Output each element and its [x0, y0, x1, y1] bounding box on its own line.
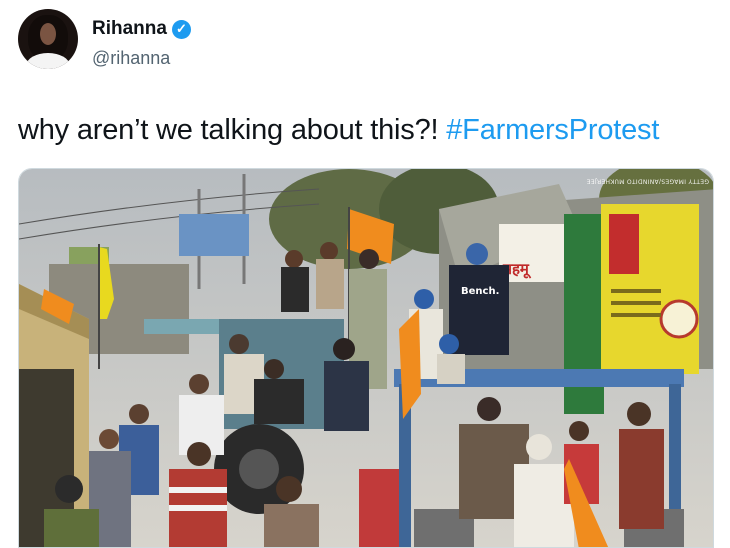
protest-photo: महमू GETTY IMAGES/ANINDITO MUKHERJEE Ben… — [19, 169, 713, 547]
tweet-body: why aren’t we talking about this?! — [18, 114, 439, 146]
bench-shirt-text: Bench. — [461, 286, 499, 297]
avatar-face — [40, 23, 56, 45]
tweet-photo[interactable]: महमू GETTY IMAGES/ANINDITO MUKHERJEE Ben… — [18, 168, 714, 548]
photo-watermark: GETTY IMAGES/ANINDITO MUKHERJEE — [586, 178, 709, 185]
author-handle[interactable]: @rihanna — [92, 48, 170, 69]
roadside-billboard — [179, 214, 249, 256]
tweet-text: why aren’t we talking about this?! #Farm… — [18, 114, 659, 147]
verified-badge-icon: ✓ — [171, 19, 191, 39]
author-display-name[interactable]: Rihanna — [92, 18, 167, 40]
author-name-row[interactable]: Rihanna ✓ — [92, 18, 191, 40]
avatar-shoulders — [26, 53, 70, 69]
author-avatar[interactable] — [18, 9, 78, 69]
hashtag-link[interactable]: #FarmersProtest — [446, 114, 659, 146]
